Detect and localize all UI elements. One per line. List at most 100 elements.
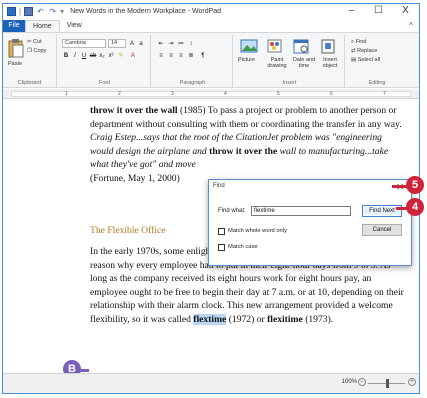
editing-group-label: Editing	[368, 80, 386, 86]
tab-view[interactable]: View	[60, 20, 89, 32]
save-icon[interactable]	[24, 7, 34, 16]
strikethrough-icon[interactable]: ab	[89, 52, 97, 60]
zoom-level: 100%	[341, 379, 357, 385]
date-time-icon[interactable]	[292, 38, 310, 54]
align-center-icon[interactable]: ≡	[167, 52, 175, 60]
ruler-number: 4	[224, 91, 227, 97]
align-right-icon[interactable]: ≡	[177, 52, 185, 60]
font-group: Cambria 14 A a B I U ab x₂ x² ✎ A Font	[59, 35, 151, 87]
minimize-button[interactable]: –	[338, 4, 365, 19]
zoom-in-button[interactable]: +	[408, 378, 416, 386]
italic-icon[interactable]: I	[71, 52, 79, 60]
superscript-icon[interactable]: x²	[107, 52, 115, 60]
ribbon-tabs: File Home View ^	[3, 20, 419, 32]
find-what-label: Find what:	[218, 208, 246, 214]
picture-button[interactable]: Picture	[238, 57, 255, 63]
section-heading: The Flexible Office	[90, 225, 166, 236]
shrink-font-icon[interactable]: a	[137, 40, 145, 48]
zoom-slider-thumb[interactable]	[386, 379, 389, 388]
cancel-button[interactable]: Cancel	[362, 224, 402, 236]
editing-group: ⌕ Find ⇄ Replace ▤ Select all Editing	[347, 35, 407, 87]
separator: |	[19, 7, 22, 16]
paragraph-group: ⇤ ⇥ ≔ ↕ ≡ ≡ ≡ ≣ ¶ Paragraph	[153, 35, 233, 87]
copy-label: Copy	[33, 48, 47, 54]
match-whole-word-checkbox[interactable]	[218, 228, 225, 235]
find-button[interactable]: ⌕ Find	[351, 39, 366, 46]
paragraph-settings-icon[interactable]: ¶	[199, 52, 207, 60]
callout-5: 5	[406, 176, 424, 194]
select-all-icon: ▤	[351, 57, 358, 63]
entry-source: (Fortune, May 1, 2000)	[90, 172, 180, 184]
font-color-icon[interactable]: A	[129, 52, 137, 60]
insert-object-button[interactable]: Insert object	[319, 57, 341, 69]
font-family-select[interactable]: Cambria	[62, 39, 106, 48]
paint-drawing-button[interactable]: Paint drawing	[265, 57, 289, 69]
ruler-number: 2	[118, 91, 121, 97]
paragraph-group-label: Paragraph	[179, 80, 206, 86]
paste-button[interactable]: Paste	[8, 61, 22, 67]
align-left-icon[interactable]: ≡	[157, 52, 165, 60]
entry-quote-term: throw it over the	[209, 145, 278, 157]
wordpad-window: | ↶ ↷ ▾ New Words in the Modern Workplac…	[2, 3, 420, 394]
paint-drawing-icon[interactable]	[266, 38, 284, 54]
copy-button[interactable]: ❐ Copy	[27, 48, 46, 54]
help-icon[interactable]: ^	[403, 20, 419, 32]
bullets-icon[interactable]: ≔	[177, 40, 185, 48]
ruler-track: 1 2 3 4 5 6 7	[11, 91, 411, 97]
ruler-number: 6	[330, 91, 333, 97]
clipboard-group-label: Clipboard	[17, 80, 42, 86]
tab-home[interactable]: Home	[25, 20, 60, 32]
bold-icon[interactable]: B	[62, 52, 70, 60]
wordpad-app-icon[interactable]	[7, 7, 16, 16]
close-button[interactable]: X	[392, 4, 419, 19]
ruler-number: 3	[171, 91, 174, 97]
callout-5-badge: 5	[406, 176, 424, 194]
highlighted-term: flextime	[193, 313, 227, 325]
insert-group: Picture Paint drawing Date and time Inse…	[235, 35, 345, 87]
customize-quick-access-icon[interactable]: ▾	[60, 7, 64, 16]
ribbon: Paste ✂ Cut ❐ Copy Clipboard Cambria 14 …	[3, 32, 419, 88]
callout-4: 4	[406, 198, 424, 216]
cut-label: Cut	[33, 39, 42, 45]
entry-term: throw it over the wall	[90, 105, 178, 116]
justify-icon[interactable]: ≣	[187, 52, 195, 60]
highlight-color-icon[interactable]: ✎	[117, 52, 125, 60]
insert-object-icon[interactable]	[319, 38, 337, 54]
term-year: (1972) or	[226, 313, 268, 325]
match-case-label: Match case	[228, 244, 258, 250]
undo-icon[interactable]: ↶	[36, 7, 45, 16]
insert-group-label: Insert	[282, 80, 297, 86]
replace-label: Replace	[357, 48, 378, 54]
ruler-number: 1	[65, 91, 68, 97]
find-what-input[interactable]: flextime	[251, 206, 351, 216]
picture-icon[interactable]	[240, 38, 258, 54]
underline-icon[interactable]: U	[80, 52, 88, 60]
grow-font-icon[interactable]: A	[128, 40, 136, 48]
callout-4-badge: 4	[406, 198, 424, 216]
maximize-button[interactable]: ☐	[365, 4, 392, 19]
zoom-out-button[interactable]: −	[358, 378, 366, 386]
match-case-checkbox[interactable]	[218, 244, 225, 251]
entry-throw-it-over-the-wall: throw it over the wall (1985) To pass a …	[90, 104, 405, 186]
cut-button[interactable]: ✂ Cut	[27, 39, 42, 45]
ruler-number: 5	[277, 91, 280, 97]
ruler[interactable]: 1 2 3 4 5 6 7	[3, 89, 419, 99]
decrease-indent-icon[interactable]: ⇤	[157, 40, 165, 48]
line-spacing-icon[interactable]: ↕	[187, 40, 195, 48]
ruler-number: 7	[383, 91, 386, 97]
callout-b-badge: B	[63, 360, 81, 374]
replace-button[interactable]: ⇄ Replace	[351, 48, 377, 54]
font-size-select[interactable]: 14	[108, 39, 126, 48]
redo-icon[interactable]: ↷	[48, 7, 57, 16]
paste-icon[interactable]	[8, 38, 24, 58]
find-label: Find	[355, 39, 367, 45]
increase-indent-icon[interactable]: ⇥	[167, 40, 175, 48]
window-title: New Words in the Modern Workplace - Word…	[70, 8, 222, 15]
subscript-icon[interactable]: x₂	[98, 52, 106, 60]
status-bar: 100% − +	[3, 373, 419, 393]
select-all-button[interactable]: ▤ Select all	[351, 57, 380, 63]
find-dialog: Find × Find what: flextime Find Next Can…	[208, 179, 412, 266]
tab-file[interactable]: File	[3, 20, 25, 32]
title-bar: | ↶ ↷ ▾ New Words in the Modern Workplac…	[3, 4, 419, 19]
date-time-button[interactable]: Date and time	[291, 57, 317, 69]
